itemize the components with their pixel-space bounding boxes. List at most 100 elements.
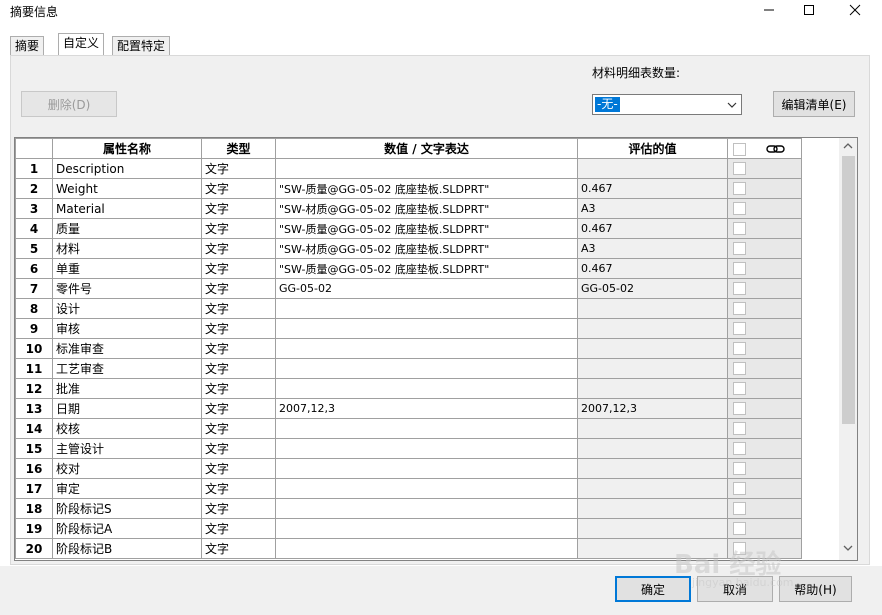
value-expression-cell[interactable] <box>275 378 578 399</box>
row-checkbox[interactable] <box>733 422 746 435</box>
tab-custom[interactable]: 自定义 <box>58 33 105 55</box>
row-number[interactable]: 6 <box>15 258 53 279</box>
row-number[interactable]: 7 <box>15 278 53 299</box>
row-number[interactable]: 18 <box>15 498 53 519</box>
row-checkbox[interactable] <box>733 342 746 355</box>
value-expression-cell[interactable] <box>275 318 578 339</box>
delete-button[interactable]: 删除(D) <box>21 91 117 117</box>
value-expression-cell[interactable] <box>275 518 578 539</box>
type-cell[interactable]: 文字 <box>201 318 276 339</box>
row-checkbox[interactable] <box>733 182 746 195</box>
type-cell[interactable]: 文字 <box>201 258 276 279</box>
value-expression-cell[interactable] <box>275 158 578 179</box>
value-expression-cell[interactable]: "SW-质量@GG-05-02 底座垫板.SLDPRT" <box>275 258 578 279</box>
type-cell[interactable]: 文字 <box>201 378 276 399</box>
row-number[interactable]: 12 <box>15 378 53 399</box>
type-cell[interactable]: 文字 <box>201 158 276 179</box>
value-expression-cell[interactable] <box>275 338 578 359</box>
maximize-button[interactable] <box>786 0 832 20</box>
row-checkbox[interactable] <box>733 322 746 335</box>
table-row[interactable]: 8 设计 文字 <box>15 298 802 319</box>
table-row[interactable]: 3 Material 文字 "SW-材质@GG-05-02 底座垫板.SLDPRT" A… <box>15 198 802 219</box>
row-number[interactable]: 3 <box>15 198 53 219</box>
property-name-cell[interactable]: 阶段标记A <box>52 518 202 539</box>
property-name-cell[interactable]: Description <box>52 158 202 179</box>
row-number[interactable]: 4 <box>15 218 53 239</box>
type-cell[interactable]: 文字 <box>201 438 276 459</box>
header-evaluated-value[interactable]: 评估的值 <box>577 138 728 159</box>
row-number[interactable]: 1 <box>15 158 53 179</box>
row-checkbox[interactable] <box>733 442 746 455</box>
help-button[interactable]: 帮助(H) <box>779 576 852 602</box>
row-number[interactable]: 5 <box>15 238 53 259</box>
type-cell[interactable]: 文字 <box>201 478 276 499</box>
row-checkbox[interactable] <box>733 202 746 215</box>
row-number[interactable]: 11 <box>15 358 53 379</box>
property-name-cell[interactable]: Weight <box>52 178 202 199</box>
property-name-cell[interactable]: 日期 <box>52 398 202 419</box>
table-row[interactable]: 7 零件号 文字 GG-05-02 GG-05-02 <box>15 278 802 299</box>
table-row[interactable]: 11 工艺审查 文字 <box>15 358 802 379</box>
table-row[interactable]: 10 标准审查 文字 <box>15 338 802 359</box>
type-cell[interactable]: 文字 <box>201 538 276 559</box>
property-name-cell[interactable]: 批准 <box>52 378 202 399</box>
row-checkbox[interactable] <box>733 162 746 175</box>
table-row[interactable]: 12 批准 文字 <box>15 378 802 399</box>
table-row[interactable]: 2 Weight 文字 "SW-质量@GG-05-02 底座垫板.SLDPRT" 0.4… <box>15 178 802 199</box>
row-checkbox[interactable] <box>733 362 746 375</box>
table-row[interactable]: 13 日期 文字 2007,12,3 2007,12,3 <box>15 398 802 419</box>
table-row[interactable]: 1 Description 文字 <box>15 158 802 179</box>
property-name-cell[interactable]: Material <box>52 198 202 219</box>
table-row[interactable]: 17 审定 文字 <box>15 478 802 499</box>
row-checkbox[interactable] <box>733 282 746 295</box>
row-number[interactable]: 8 <box>15 298 53 319</box>
value-expression-cell[interactable] <box>275 498 578 519</box>
value-expression-cell[interactable]: "SW-质量@GG-05-02 底座垫板.SLDPRT" <box>275 218 578 239</box>
type-cell[interactable]: 文字 <box>201 498 276 519</box>
type-cell[interactable]: 文字 <box>201 278 276 299</box>
row-checkbox[interactable] <box>733 462 746 475</box>
header-property-name[interactable]: 属性名称 <box>52 138 202 159</box>
type-cell[interactable]: 文字 <box>201 338 276 359</box>
row-number[interactable]: 17 <box>15 478 53 499</box>
edit-list-button[interactable]: 编辑清单(E) <box>773 91 855 117</box>
property-name-cell[interactable]: 工艺审查 <box>52 358 202 379</box>
type-cell[interactable]: 文字 <box>201 358 276 379</box>
type-cell[interactable]: 文字 <box>201 418 276 439</box>
header-value-expression[interactable]: 数值 / 文字表达 <box>275 138 578 159</box>
bom-quantity-select[interactable]: -无- <box>592 94 742 115</box>
row-checkbox[interactable] <box>733 222 746 235</box>
row-checkbox[interactable] <box>733 382 746 395</box>
ok-button[interactable]: 确定 <box>615 576 691 602</box>
value-expression-cell[interactable] <box>275 478 578 499</box>
row-number[interactable]: 15 <box>15 438 53 459</box>
property-name-cell[interactable]: 审核 <box>52 318 202 339</box>
table-row[interactable]: 19 阶段标记A 文字 <box>15 518 802 539</box>
property-name-cell[interactable]: 审定 <box>52 478 202 499</box>
property-name-cell[interactable]: 设计 <box>52 298 202 319</box>
row-checkbox[interactable] <box>733 542 746 555</box>
vertical-scrollbar[interactable] <box>839 138 857 560</box>
table-row[interactable]: 6 单重 文字 "SW-质量@GG-05-02 底座垫板.SLDPRT" 0.467 <box>15 258 802 279</box>
table-row[interactable]: 4 质量 文字 "SW-质量@GG-05-02 底座垫板.SLDPRT" 0.467 <box>15 218 802 239</box>
row-checkbox[interactable] <box>733 502 746 515</box>
property-name-cell[interactable]: 标准审查 <box>52 338 202 359</box>
property-name-cell[interactable]: 校对 <box>52 458 202 479</box>
value-expression-cell[interactable] <box>275 538 578 559</box>
row-number[interactable]: 19 <box>15 518 53 539</box>
type-cell[interactable]: 文字 <box>201 518 276 539</box>
row-checkbox[interactable] <box>733 262 746 275</box>
type-cell[interactable]: 文字 <box>201 298 276 319</box>
value-expression-cell[interactable] <box>275 418 578 439</box>
type-cell[interactable]: 文字 <box>201 178 276 199</box>
row-number[interactable]: 13 <box>15 398 53 419</box>
tab-summary[interactable]: 摘要 <box>10 36 45 55</box>
close-button[interactable] <box>832 0 878 20</box>
value-expression-cell[interactable] <box>275 298 578 319</box>
row-number[interactable]: 2 <box>15 178 53 199</box>
property-name-cell[interactable]: 零件号 <box>52 278 202 299</box>
header-type[interactable]: 类型 <box>201 138 276 159</box>
property-name-cell[interactable]: 材料 <box>52 238 202 259</box>
value-expression-cell[interactable] <box>275 438 578 459</box>
property-name-cell[interactable]: 单重 <box>52 258 202 279</box>
